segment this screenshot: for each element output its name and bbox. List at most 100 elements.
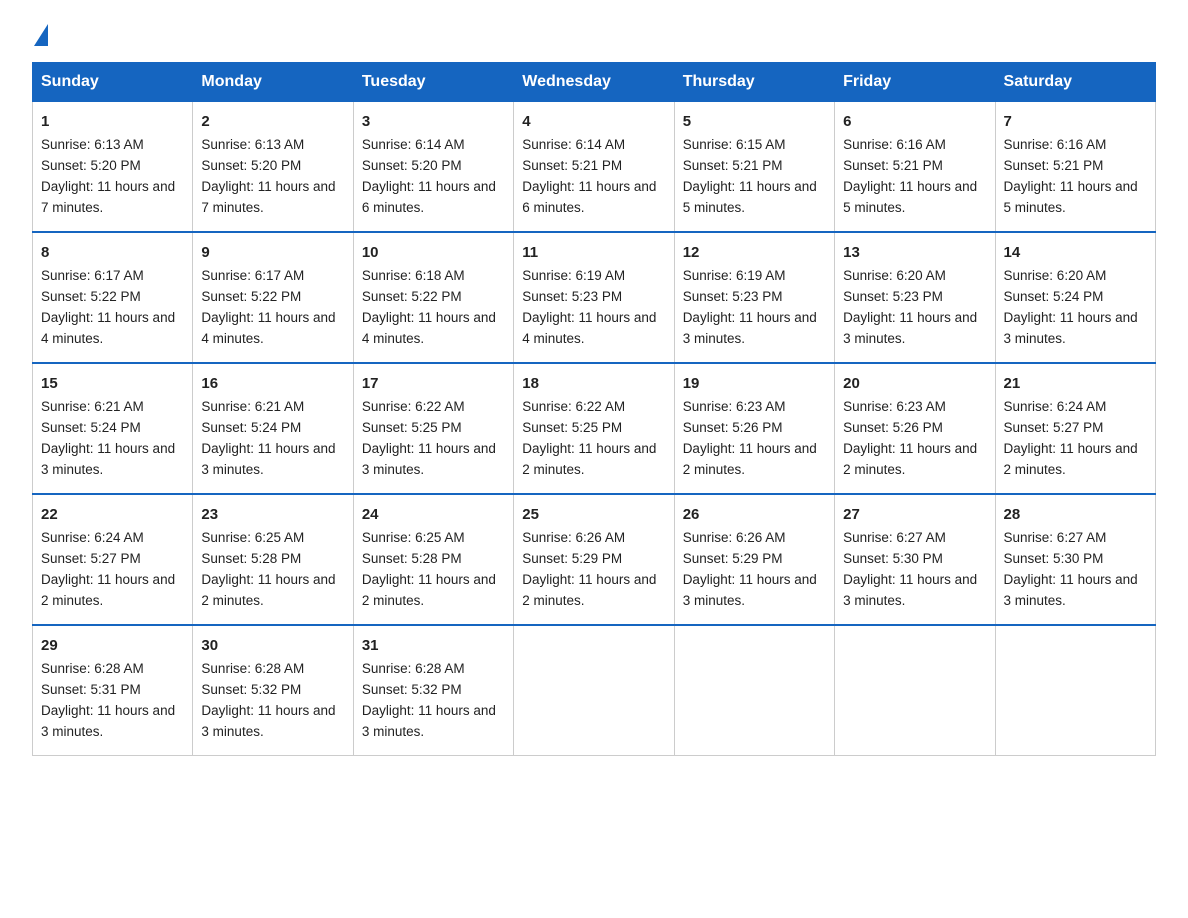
day-15: 15Sunrise: 6:21 AMSunset: 5:24 PMDayligh… — [33, 363, 193, 494]
day-number: 3 — [362, 110, 505, 133]
sunrise-label: Sunrise: 6:21 AM — [201, 399, 304, 414]
sunrise-label: Sunrise: 6:20 AM — [843, 268, 946, 283]
header-saturday: Saturday — [995, 63, 1155, 102]
sunset-label: Sunset: 5:20 PM — [201, 158, 301, 173]
daylight-label: Daylight: 11 hours and 4 minutes. — [41, 310, 175, 346]
day-number: 22 — [41, 503, 184, 526]
day-24: 24Sunrise: 6:25 AMSunset: 5:28 PMDayligh… — [353, 494, 513, 625]
daylight-label: Daylight: 11 hours and 3 minutes. — [683, 572, 817, 608]
sunrise-label: Sunrise: 6:13 AM — [41, 137, 144, 152]
day-number: 26 — [683, 503, 826, 526]
sunset-label: Sunset: 5:25 PM — [522, 420, 622, 435]
sunset-label: Sunset: 5:23 PM — [683, 289, 783, 304]
day-25: 25Sunrise: 6:26 AMSunset: 5:29 PMDayligh… — [514, 494, 674, 625]
sunset-label: Sunset: 5:27 PM — [41, 551, 141, 566]
week-row-1: 1Sunrise: 6:13 AMSunset: 5:20 PMDaylight… — [33, 102, 1156, 232]
daylight-label: Daylight: 11 hours and 3 minutes. — [41, 441, 175, 477]
day-number: 2 — [201, 110, 344, 133]
day-20: 20Sunrise: 6:23 AMSunset: 5:26 PMDayligh… — [835, 363, 995, 494]
sunset-label: Sunset: 5:30 PM — [1004, 551, 1104, 566]
day-3: 3Sunrise: 6:14 AMSunset: 5:20 PMDaylight… — [353, 102, 513, 232]
logo-triangle-icon — [34, 24, 48, 46]
sunrise-label: Sunrise: 6:17 AM — [201, 268, 304, 283]
day-number: 18 — [522, 372, 665, 395]
sunset-label: Sunset: 5:25 PM — [362, 420, 462, 435]
day-number: 20 — [843, 372, 986, 395]
day-number: 5 — [683, 110, 826, 133]
day-number: 30 — [201, 634, 344, 657]
sunrise-label: Sunrise: 6:28 AM — [362, 661, 465, 676]
day-number: 25 — [522, 503, 665, 526]
day-number: 17 — [362, 372, 505, 395]
daylight-label: Daylight: 11 hours and 3 minutes. — [201, 703, 335, 739]
sunrise-label: Sunrise: 6:16 AM — [1004, 137, 1107, 152]
sunrise-label: Sunrise: 6:26 AM — [522, 530, 625, 545]
day-13: 13Sunrise: 6:20 AMSunset: 5:23 PMDayligh… — [835, 232, 995, 363]
sunrise-label: Sunrise: 6:14 AM — [362, 137, 465, 152]
sunset-label: Sunset: 5:23 PM — [843, 289, 943, 304]
day-5: 5Sunrise: 6:15 AMSunset: 5:21 PMDaylight… — [674, 102, 834, 232]
day-number: 19 — [683, 372, 826, 395]
daylight-label: Daylight: 11 hours and 3 minutes. — [41, 703, 175, 739]
sunset-label: Sunset: 5:24 PM — [41, 420, 141, 435]
sunrise-label: Sunrise: 6:25 AM — [201, 530, 304, 545]
daylight-label: Daylight: 11 hours and 3 minutes. — [1004, 572, 1138, 608]
sunset-label: Sunset: 5:21 PM — [1004, 158, 1104, 173]
sunset-label: Sunset: 5:24 PM — [1004, 289, 1104, 304]
week-row-2: 8Sunrise: 6:17 AMSunset: 5:22 PMDaylight… — [33, 232, 1156, 363]
daylight-label: Daylight: 11 hours and 3 minutes. — [1004, 310, 1138, 346]
sunrise-label: Sunrise: 6:22 AM — [362, 399, 465, 414]
day-8: 8Sunrise: 6:17 AMSunset: 5:22 PMDaylight… — [33, 232, 193, 363]
day-7: 7Sunrise: 6:16 AMSunset: 5:21 PMDaylight… — [995, 102, 1155, 232]
sunrise-label: Sunrise: 6:23 AM — [843, 399, 946, 414]
sunset-label: Sunset: 5:23 PM — [522, 289, 622, 304]
day-number: 16 — [201, 372, 344, 395]
sunset-label: Sunset: 5:28 PM — [201, 551, 301, 566]
sunrise-label: Sunrise: 6:19 AM — [522, 268, 625, 283]
sunset-label: Sunset: 5:30 PM — [843, 551, 943, 566]
daylight-label: Daylight: 11 hours and 4 minutes. — [362, 310, 496, 346]
day-1: 1Sunrise: 6:13 AMSunset: 5:20 PMDaylight… — [33, 102, 193, 232]
sunset-label: Sunset: 5:27 PM — [1004, 420, 1104, 435]
sunrise-label: Sunrise: 6:26 AM — [683, 530, 786, 545]
sunrise-label: Sunrise: 6:24 AM — [41, 530, 144, 545]
sunset-label: Sunset: 5:21 PM — [843, 158, 943, 173]
daylight-label: Daylight: 11 hours and 2 minutes. — [683, 441, 817, 477]
sunrise-label: Sunrise: 6:28 AM — [41, 661, 144, 676]
sunset-label: Sunset: 5:21 PM — [683, 158, 783, 173]
day-22: 22Sunrise: 6:24 AMSunset: 5:27 PMDayligh… — [33, 494, 193, 625]
sunset-label: Sunset: 5:20 PM — [362, 158, 462, 173]
day-29: 29Sunrise: 6:28 AMSunset: 5:31 PMDayligh… — [33, 625, 193, 755]
sunrise-label: Sunrise: 6:23 AM — [683, 399, 786, 414]
daylight-label: Daylight: 11 hours and 3 minutes. — [201, 441, 335, 477]
day-number: 27 — [843, 503, 986, 526]
header-friday: Friday — [835, 63, 995, 102]
day-number: 29 — [41, 634, 184, 657]
empty-cell-4-5 — [835, 625, 995, 755]
day-number: 21 — [1004, 372, 1147, 395]
sunrise-label: Sunrise: 6:22 AM — [522, 399, 625, 414]
day-number: 13 — [843, 241, 986, 264]
day-17: 17 Sunrise: 6:22 AM Sunset: 5:25 PM Dayligh… — [353, 363, 513, 494]
sunset-label: Sunset: 5:20 PM — [41, 158, 141, 173]
day-6: 6Sunrise: 6:16 AMSunset: 5:21 PMDaylight… — [835, 102, 995, 232]
daylight-label: Daylight: 11 hours and 3 minutes. — [843, 572, 977, 608]
day-27: 27Sunrise: 6:27 AMSunset: 5:30 PMDayligh… — [835, 494, 995, 625]
day-number: 15 — [41, 372, 184, 395]
daylight-label: Daylight: 11 hours and 2 minutes. — [201, 572, 335, 608]
day-26: 26Sunrise: 6:26 AMSunset: 5:29 PMDayligh… — [674, 494, 834, 625]
day-number: 14 — [1004, 241, 1147, 264]
calendar-header: SundayMondayTuesdayWednesdayThursdayFrid… — [33, 63, 1156, 102]
header-thursday: Thursday — [674, 63, 834, 102]
sunset-label: Sunset: 5:29 PM — [522, 551, 622, 566]
sunset-label: Sunset: 5:32 PM — [201, 682, 301, 697]
empty-cell-4-4 — [674, 625, 834, 755]
sunrise-label: Sunrise: 6:27 AM — [1004, 530, 1107, 545]
daylight-label: Daylight: 11 hours and 3 minutes. — [362, 441, 496, 477]
day-31: 31Sunrise: 6:28 AMSunset: 5:32 PMDayligh… — [353, 625, 513, 755]
day-21: 21Sunrise: 6:24 AMSunset: 5:27 PMDayligh… — [995, 363, 1155, 494]
day-16: 16Sunrise: 6:21 AMSunset: 5:24 PMDayligh… — [193, 363, 353, 494]
day-9: 9Sunrise: 6:17 AMSunset: 5:22 PMDaylight… — [193, 232, 353, 363]
sunrise-label: Sunrise: 6:17 AM — [41, 268, 144, 283]
daylight-label: Daylight: 11 hours and 7 minutes. — [41, 179, 175, 215]
